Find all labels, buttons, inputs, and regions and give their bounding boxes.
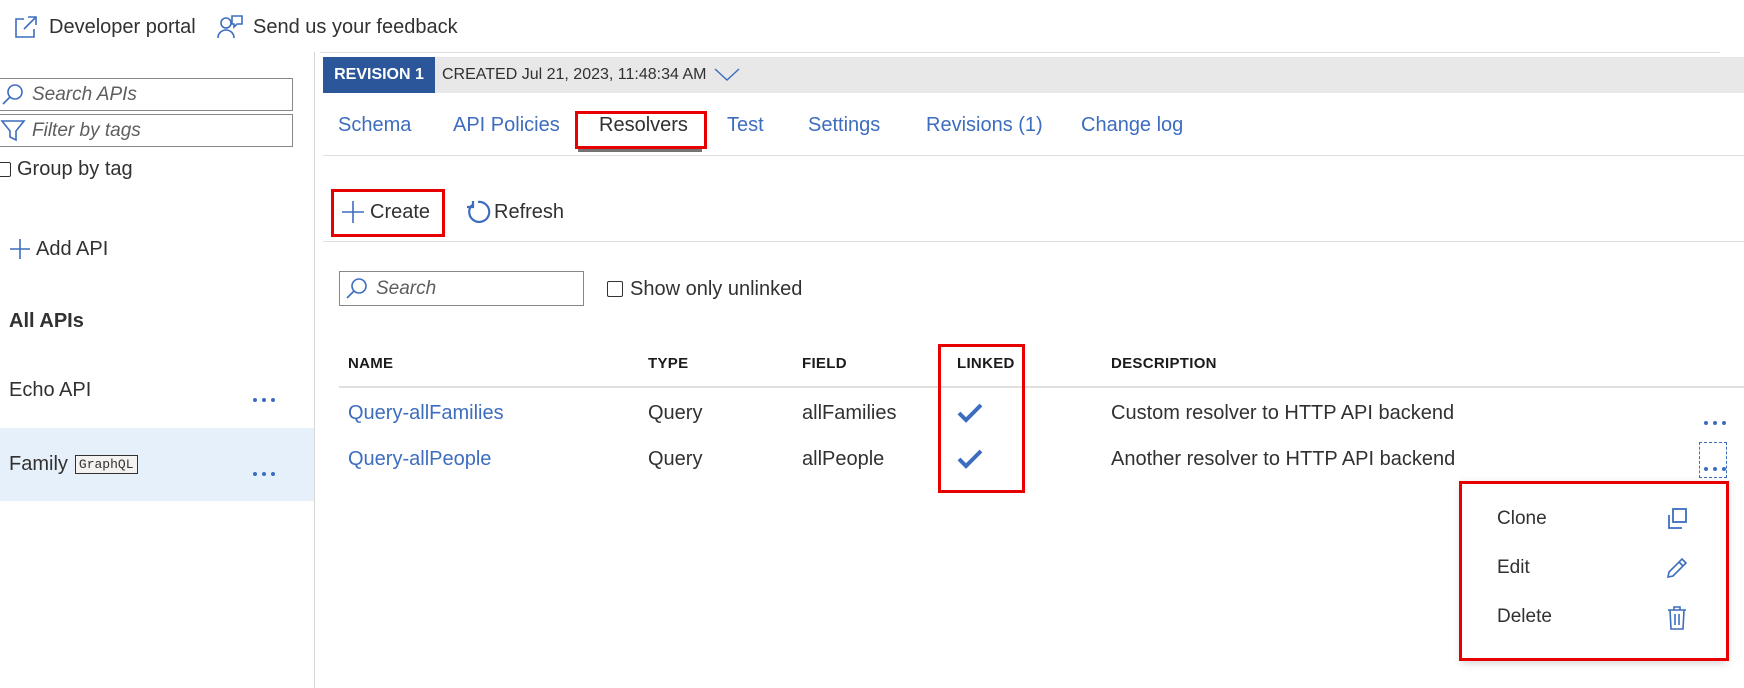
show-only-unlinked-label: Show only unlinked: [630, 277, 803, 300]
filter-by-tags-placeholder: Filter by tags: [32, 119, 141, 141]
show-only-unlinked-box[interactable]: [607, 281, 623, 297]
plus-icon: [340, 199, 366, 225]
column-header-type[interactable]: TYPE: [648, 355, 688, 372]
refresh-button[interactable]: Refresh: [464, 196, 564, 228]
tab-schema[interactable]: Schema: [338, 108, 411, 142]
resolver-name-link[interactable]: Query-allFamilies: [348, 402, 504, 425]
feedback-label: Send us your feedback: [253, 15, 458, 38]
developer-portal-label: Developer portal: [49, 15, 196, 38]
checkmark-icon: [957, 402, 983, 424]
external-link-icon: [12, 13, 40, 41]
more-options-icon[interactable]: [253, 472, 275, 476]
resolver-name-link[interactable]: Query-allPeople: [348, 448, 491, 471]
menu-item-label: Clone: [1497, 508, 1547, 529]
feedback-link[interactable]: Send us your feedback: [216, 12, 458, 42]
tabs-divider: [323, 155, 1744, 156]
group-by-tag-box[interactable]: [0, 161, 11, 177]
api-item-family[interactable]: Family GraphQL: [0, 428, 314, 501]
revision-tag: REVISION 1: [323, 57, 435, 93]
revision-created-label: CREATED Jul 21, 2023, 11:48:34 AM: [442, 66, 707, 83]
refresh-label: Refresh: [494, 200, 565, 223]
search-apis-input[interactable]: Search APIs: [0, 78, 293, 111]
add-api-label: Add API: [36, 237, 109, 260]
resolver-type: Query: [648, 448, 703, 470]
clone-icon: [1665, 507, 1689, 531]
feedback-person-icon: [216, 13, 244, 41]
checkmark-icon: [957, 448, 983, 470]
column-header-description[interactable]: DESCRIPTION: [1111, 355, 1217, 372]
menu-item-label: Edit: [1497, 557, 1530, 578]
resolver-search-placeholder: Search: [376, 277, 437, 299]
filter-icon: [0, 118, 26, 144]
search-icon: [0, 82, 26, 108]
tab-revisions[interactable]: Revisions (1): [926, 108, 1043, 142]
table-header-divider: [339, 386, 1744, 388]
table-row[interactable]: [339, 390, 1744, 436]
table-row[interactable]: [339, 436, 1744, 482]
tab-test[interactable]: Test: [727, 108, 764, 142]
graphql-badge: GraphQL: [74, 455, 138, 474]
more-options-icon[interactable]: [1704, 421, 1726, 425]
trash-icon: [1665, 605, 1689, 631]
toolbar-divider: [323, 241, 1744, 242]
more-options-icon: [1704, 467, 1726, 471]
chevron-down-icon: [714, 68, 740, 82]
plus-icon: [8, 237, 32, 261]
search-icon: [344, 276, 370, 302]
developer-portal-link[interactable]: Developer portal: [12, 12, 196, 42]
add-api-button[interactable]: Add API: [8, 236, 108, 262]
create-button[interactable]: Create: [340, 196, 430, 228]
column-header-name[interactable]: NAME: [348, 355, 393, 372]
resolver-field: allFamilies: [802, 402, 897, 424]
all-apis-heading: All APIs: [9, 310, 84, 332]
resolver-field: allPeople: [802, 448, 885, 470]
api-item-echo[interactable]: Echo API: [0, 354, 314, 427]
more-options-button-focused[interactable]: [1699, 442, 1727, 478]
pencil-icon: [1665, 556, 1689, 580]
column-header-field[interactable]: FIELD: [802, 355, 847, 372]
tab-change-log[interactable]: Change log: [1081, 108, 1183, 142]
group-by-tag-checkbox[interactable]: Group by tag: [0, 158, 133, 180]
tab-resolvers[interactable]: Resolvers: [599, 108, 688, 142]
top-divider: [320, 52, 1720, 53]
command-bar: Developer portal Send us your feedback: [0, 0, 1744, 52]
tab-api-policies[interactable]: API Policies: [453, 108, 560, 142]
tab-settings[interactable]: Settings: [808, 108, 880, 142]
refresh-icon: [464, 198, 492, 226]
column-header-linked[interactable]: LINKED: [957, 355, 1015, 372]
resolver-description: Another resolver to HTTP API backend: [1111, 448, 1456, 470]
api-item-label: Family: [9, 453, 68, 475]
active-tab-indicator: [578, 148, 702, 152]
filter-by-tags-input[interactable]: Filter by tags: [0, 114, 293, 147]
resolver-search-input[interactable]: Search: [339, 271, 584, 306]
resolver-description: Custom resolver to HTTP API backend: [1111, 402, 1455, 424]
create-label: Create: [370, 200, 431, 223]
group-by-tag-label: Group by tag: [17, 157, 133, 180]
show-only-unlinked-checkbox[interactable]: Show only unlinked: [607, 277, 802, 301]
api-item-label: Echo API: [9, 379, 92, 401]
search-apis-placeholder: Search APIs: [32, 83, 137, 105]
more-options-icon[interactable]: [253, 398, 275, 402]
revision-selector[interactable]: CREATED Jul 21, 2023, 11:48:34 AM: [442, 57, 740, 93]
resolver-type: Query: [648, 402, 703, 424]
menu-item-label: Delete: [1497, 606, 1552, 627]
